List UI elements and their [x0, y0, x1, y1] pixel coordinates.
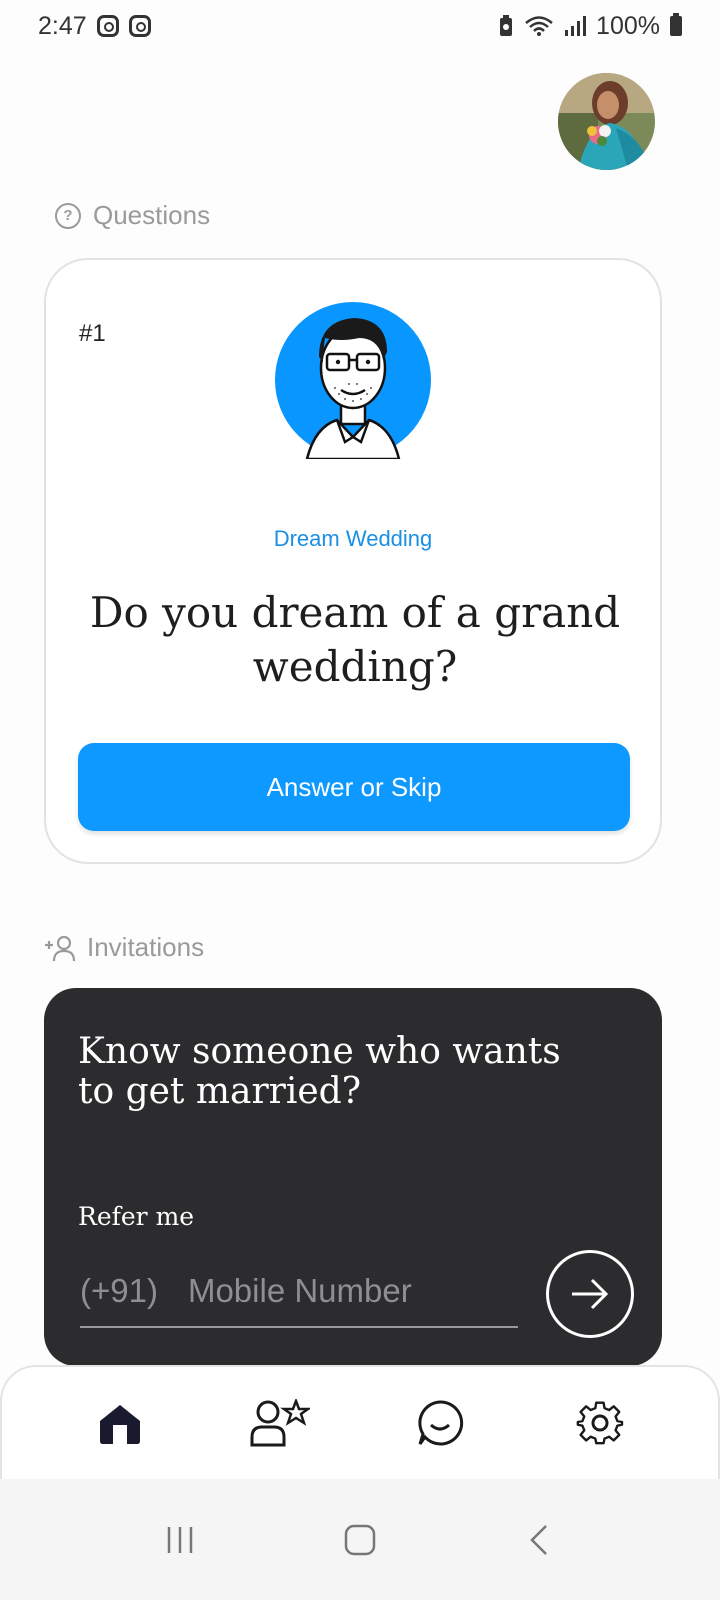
battery-saver-icon: [500, 15, 513, 36]
question-category: Dream Wedding: [273, 526, 433, 551]
instagram-notification-icon-2: [128, 15, 151, 37]
gear-icon: [576, 1401, 624, 1445]
status-right: 100%: [498, 12, 682, 41]
invite-card: Know someone who wants to get married? R…: [44, 988, 662, 1366]
phone-input-row: (+91): [80, 1256, 518, 1328]
instagram-notification-icon: [96, 15, 119, 37]
invite-title: Know someone who wants to get married?: [78, 1031, 561, 1112]
system-nav-bar: [0, 1479, 720, 1600]
question-card: #1 Dream Wedding Do you dream of a grand…: [44, 258, 662, 864]
add-person-icon: [45, 935, 75, 961]
home-system-button[interactable]: [330, 1510, 390, 1570]
back-chevron-icon: [530, 1524, 547, 1555]
question-text: Do you dream of a grand wedding?: [89, 588, 621, 691]
signal-icon: [565, 16, 587, 36]
wifi-icon: [525, 16, 553, 36]
home-square-icon: [344, 1524, 376, 1555]
status-left: 2:47: [38, 12, 151, 41]
chat-icon: [418, 1400, 464, 1446]
battery-icon: [670, 13, 682, 36]
battery-percent: 100%: [596, 11, 660, 40]
status-bar: 2:47 100%: [0, 0, 720, 52]
question-avatar: [275, 302, 432, 459]
profile-avatar[interactable]: [558, 73, 655, 170]
questions-label: Questions: [93, 200, 211, 230]
recent-apps-button[interactable]: [150, 1510, 210, 1570]
answer-or-skip-button[interactable]: Answer or Skip: [78, 743, 630, 831]
status-time: 2:47: [38, 11, 87, 40]
question-number: #1: [79, 320, 106, 347]
questions-section-header: ? Questions: [55, 200, 210, 231]
submit-referral-button[interactable]: [546, 1250, 634, 1338]
question-circle-icon: ?: [55, 202, 81, 229]
nav-chat[interactable]: [405, 1388, 475, 1458]
person-star-icon: [250, 1399, 310, 1447]
bottom-nav: [0, 1365, 720, 1479]
recent-apps-icon: [167, 1526, 193, 1553]
home-icon: [100, 1405, 140, 1444]
invitations-label: Invitations: [87, 932, 205, 962]
invitations-section-header: Invitations: [43, 932, 204, 963]
refer-label: Refer me: [78, 1202, 195, 1231]
nav-settings[interactable]: [565, 1388, 635, 1458]
nav-matches[interactable]: [245, 1388, 315, 1458]
country-code[interactable]: (+91): [80, 1272, 158, 1310]
nav-home[interactable]: [85, 1388, 155, 1458]
arrow-right-icon: [572, 1278, 609, 1310]
back-button[interactable]: [510, 1510, 570, 1570]
mobile-number-input[interactable]: [187, 1272, 488, 1310]
